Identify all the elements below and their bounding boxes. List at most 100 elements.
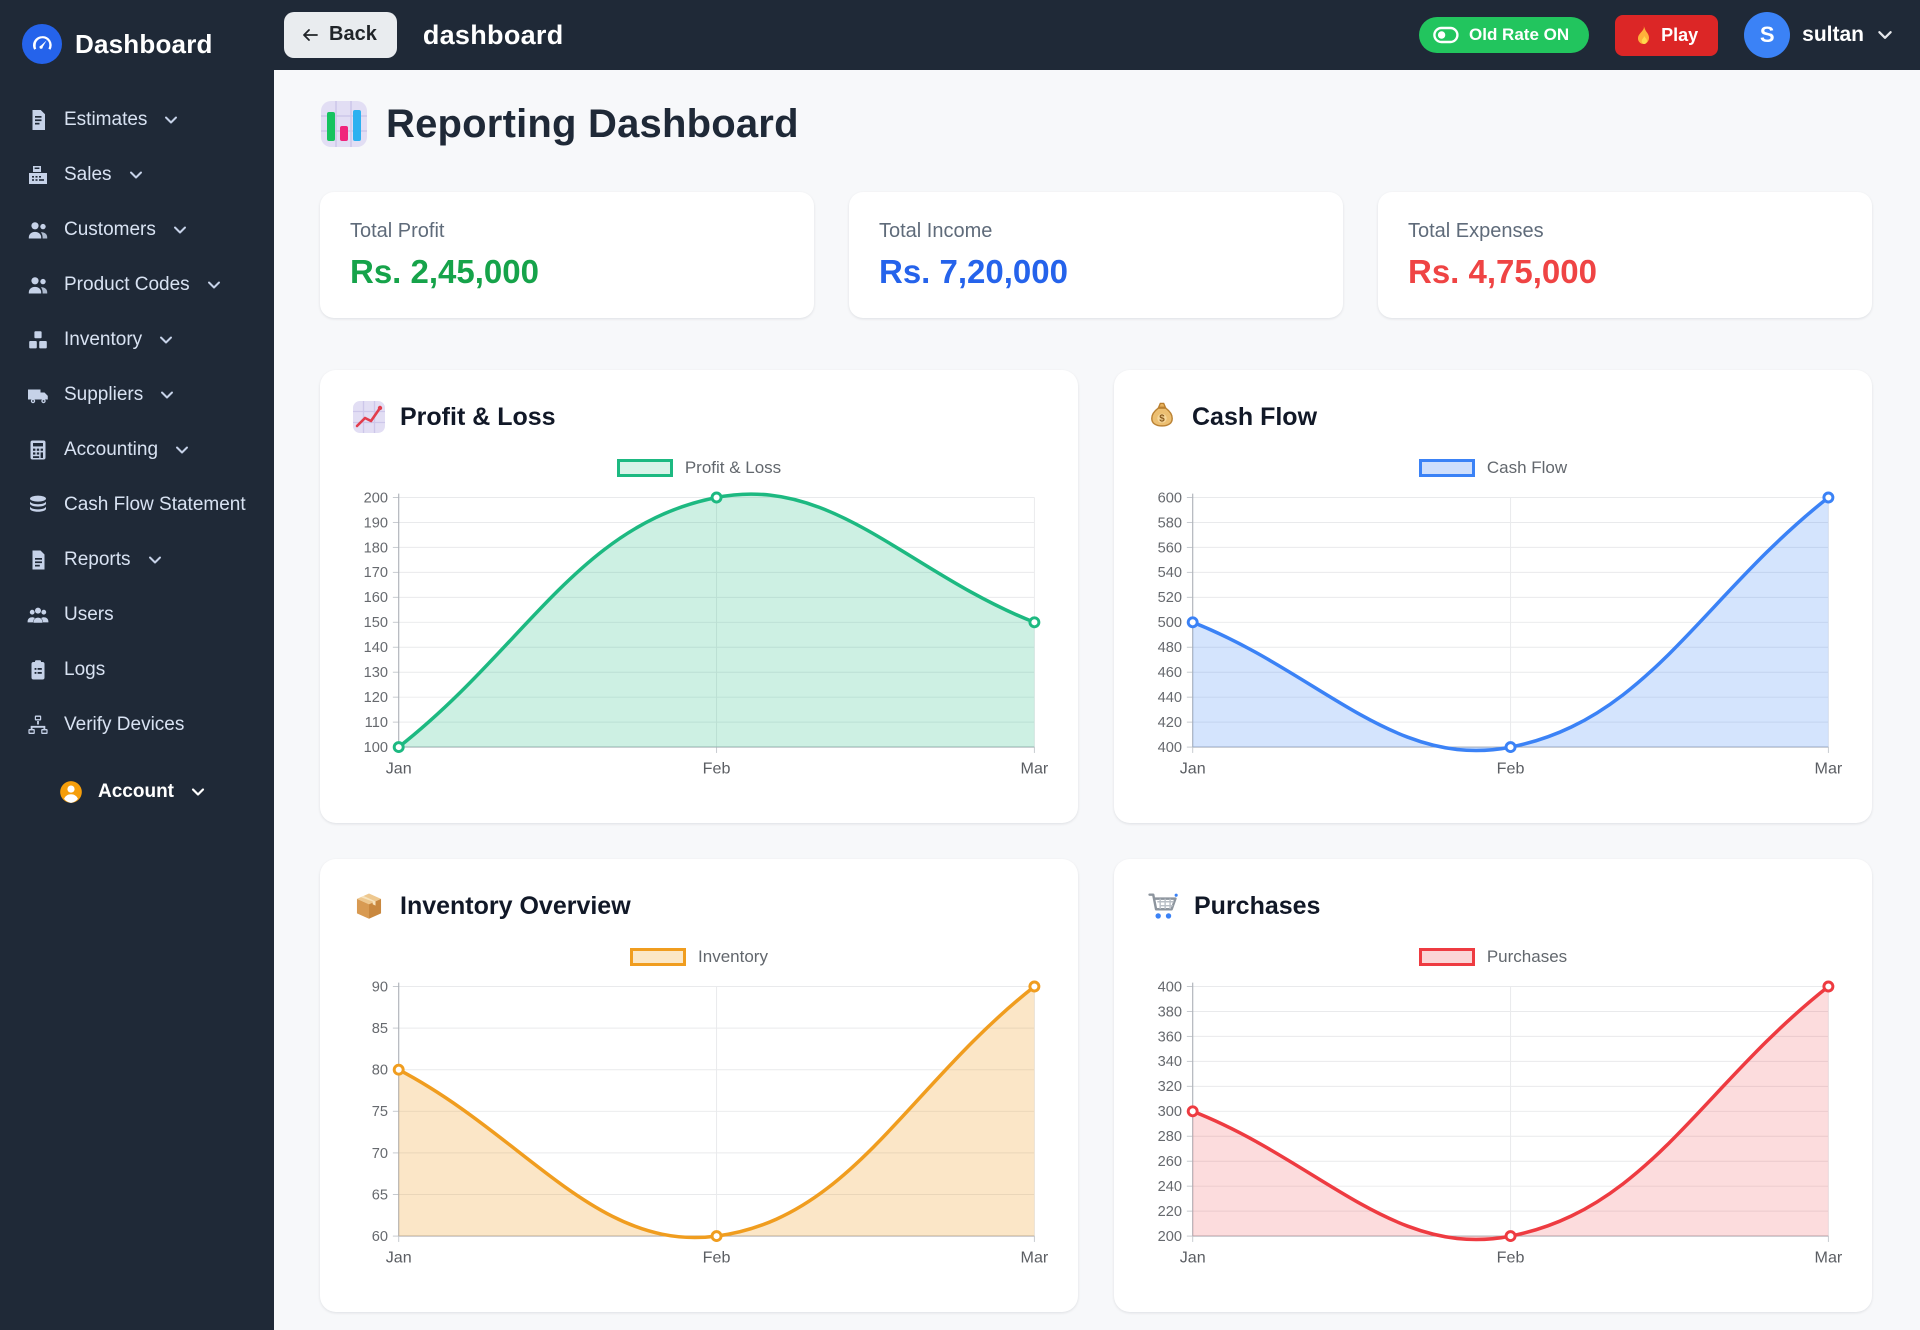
- user-menu[interactable]: S sultan: [1744, 12, 1894, 58]
- svg-text:280: 280: [1158, 1129, 1182, 1145]
- svg-text:Mar: Mar: [1021, 759, 1049, 777]
- legend-inventory[interactable]: Inventory: [348, 947, 1050, 967]
- svg-text:Feb: Feb: [1497, 1248, 1525, 1266]
- sidebar-item-accounting[interactable]: Accounting: [20, 422, 256, 477]
- svg-text:Mar: Mar: [1021, 1248, 1049, 1266]
- sidebar-item-customers[interactable]: Customers: [20, 202, 256, 257]
- legend-swatch: [1418, 459, 1475, 477]
- chart-title: Inventory Overview: [400, 891, 631, 920]
- svg-text:400: 400: [1158, 740, 1182, 756]
- legend-label: Cash Flow: [1486, 458, 1568, 477]
- sidebar-item-product-codes[interactable]: Product Codes: [20, 257, 256, 312]
- svg-text:Jan: Jan: [386, 759, 412, 777]
- chart-title: Purchases: [1194, 891, 1321, 920]
- sidebar-item-reports[interactable]: Reports: [20, 532, 256, 587]
- reporting-dashboard-icon: [320, 100, 368, 148]
- svg-text:400: 400: [1158, 979, 1182, 995]
- chart-head: Inventory Overview: [352, 889, 1050, 923]
- sidebar-item-label: Product Codes: [64, 273, 190, 295]
- svg-text:Feb: Feb: [703, 759, 731, 777]
- svg-text:560: 560: [1158, 540, 1182, 556]
- svg-text:70: 70: [372, 1146, 388, 1162]
- svg-text:420: 420: [1158, 715, 1182, 731]
- package-box-icon: [352, 889, 386, 923]
- svg-text:440: 440: [1158, 690, 1182, 706]
- toggle-on-icon: [1433, 26, 1459, 44]
- play-button[interactable]: Play: [1615, 14, 1719, 56]
- stats-row: Total Profit Rs. 2,45,000 Total Income R…: [320, 192, 1872, 318]
- chart-card-cash-flow: $ Cash Flow Cash Flow 600 580 560 540 520 500…: [1114, 370, 1872, 823]
- chevron-down-icon: [128, 167, 144, 183]
- svg-text:380: 380: [1158, 1004, 1182, 1020]
- sidebar-item-cash-flow-statement[interactable]: Cash Flow Statement: [20, 477, 256, 532]
- legend-label: Purchases: [1486, 947, 1568, 966]
- sidebar-nav: Estimates Sales Customers Product Codes: [20, 92, 256, 819]
- legend-profit-loss[interactable]: Profit & Loss: [348, 458, 1050, 478]
- svg-text:160: 160: [364, 590, 388, 606]
- svg-text:60: 60: [372, 1229, 388, 1245]
- sales-icon: [26, 163, 50, 187]
- svg-text:340: 340: [1158, 1054, 1182, 1070]
- purchases-chart-canvas[interactable]: 400 380 360 340 320 300 280 260 240 220 200 Jan Feb M…: [1142, 969, 1844, 1277]
- stat-card-total-income: Total Income Rs. 7,20,000: [849, 192, 1343, 318]
- sidebar-item-users[interactable]: Users: [20, 587, 256, 642]
- sidebar-item-verify-devices[interactable]: Verify Devices: [20, 697, 256, 752]
- svg-text:Mar: Mar: [1815, 759, 1843, 777]
- back-button[interactable]: Back: [284, 12, 397, 58]
- svg-text:130: 130: [364, 665, 388, 681]
- svg-text:320: 320: [1158, 1079, 1182, 1095]
- svg-text:360: 360: [1158, 1029, 1182, 1045]
- svg-text:240: 240: [1158, 1179, 1182, 1195]
- chart-card-purchases: Purchases Purchases 400 380 360 340 320 300 28…: [1114, 859, 1872, 1312]
- account-avatar-icon: [58, 779, 84, 805]
- page-title: Reporting Dashboard: [386, 101, 799, 146]
- legend-cash-flow[interactable]: Cash Flow: [1142, 458, 1844, 478]
- svg-text:Feb: Feb: [703, 1248, 731, 1266]
- customers-icon: [26, 218, 50, 242]
- svg-text:100: 100: [364, 740, 388, 756]
- svg-text:Feb: Feb: [1497, 759, 1525, 777]
- svg-text:85: 85: [372, 1021, 388, 1037]
- sidebar-item-label: Cash Flow Statement: [64, 493, 246, 515]
- sidebar-item-estimates[interactable]: Estimates: [20, 92, 256, 147]
- chart-head: Profit & Loss: [352, 400, 1050, 434]
- inventory-chart-canvas[interactable]: 90 85 80 75 70 65 60 Jan Feb Mar: [348, 969, 1050, 1277]
- svg-text:190: 190: [364, 515, 388, 531]
- legend-purchases[interactable]: Purchases: [1142, 947, 1844, 967]
- svg-text:580: 580: [1158, 515, 1182, 531]
- sidebar-item-label: Suppliers: [64, 383, 144, 405]
- coins-icon: [26, 493, 50, 517]
- svg-text:150: 150: [364, 615, 388, 631]
- sidebar-item-logs[interactable]: Logs: [20, 642, 256, 697]
- sidebar-item-account[interactable]: Account: [20, 764, 256, 819]
- legend-swatch: [616, 459, 673, 477]
- old-rate-toggle-button[interactable]: Old Rate ON: [1419, 17, 1590, 53]
- user-avatar: S: [1744, 12, 1791, 58]
- svg-text:80: 80: [372, 1063, 388, 1079]
- chart-title: Cash Flow: [1192, 402, 1318, 431]
- chevron-down-icon: [147, 552, 163, 568]
- sidebar-item-label: Reports: [64, 548, 131, 570]
- sidebar-item-inventory[interactable]: Inventory: [20, 312, 256, 367]
- sidebar-item-suppliers[interactable]: Suppliers: [20, 367, 256, 422]
- svg-text:500: 500: [1158, 615, 1182, 631]
- chart-title: Profit & Loss: [400, 402, 556, 431]
- flame-icon: [1635, 25, 1652, 45]
- chevron-down-icon: [1876, 26, 1894, 44]
- svg-text:170: 170: [364, 565, 388, 581]
- chart-card-profit-loss: Profit & Loss Profit & Loss 200 190 180 170…: [320, 370, 1078, 823]
- reports-file-icon: [26, 548, 50, 572]
- brand[interactable]: Dashboard: [20, 16, 256, 70]
- chart-head: $ Cash Flow: [1146, 400, 1844, 434]
- profit-loss-chart-canvas[interactable]: 200 190 180 170 160 150 140 130 120 110 100 Jan Feb M…: [348, 480, 1050, 788]
- estimates-icon: [26, 108, 50, 132]
- money-bag-icon: $: [1146, 400, 1178, 434]
- cash-flow-chart-canvas[interactable]: 600 580 560 540 520 500 480 460 440 420 400 Jan Feb M…: [1142, 480, 1844, 788]
- stat-value: Rs. 2,45,000: [350, 253, 539, 290]
- chevron-down-icon: [190, 784, 206, 800]
- sidebar-item-sales[interactable]: Sales: [20, 147, 256, 202]
- logs-clipboard-icon: [26, 658, 50, 682]
- svg-text:Jan: Jan: [386, 1248, 412, 1266]
- legend-swatch: [1418, 948, 1475, 966]
- shopping-cart-icon: [1146, 889, 1180, 923]
